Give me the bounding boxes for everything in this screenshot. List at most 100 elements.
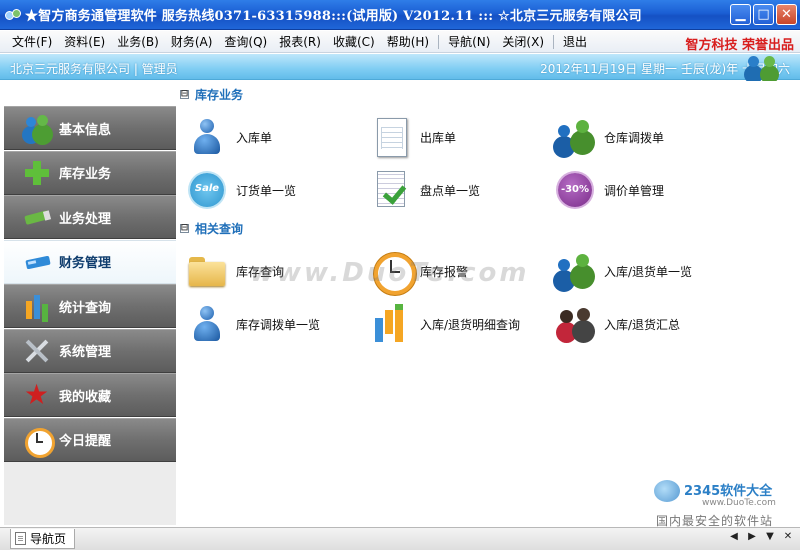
menu-file[interactable]: 文件(F) [6,33,58,50]
app-icon [5,7,21,23]
sale-icon [188,170,226,210]
menu-bar: 文件(F) 资料(E) 业务(B) 财务(A) 查询(Q) 报表(R) 收藏(C… [0,31,800,53]
sidebar-item-system[interactable]: 系统管理 [4,328,176,373]
tile-label: 盘点单一览 [420,183,481,198]
sidebar-item-label: 基本信息 [59,122,112,138]
tile-return-summary[interactable]: 入库/退货汇总 [556,300,736,348]
tab-bar: 导航页 ◀ ▶ ▼ ✕ [0,527,800,550]
users-icon [556,251,594,291]
tile-label: 仓库调拨单 [604,130,665,145]
sidebar-item-label: 系统管理 [59,345,112,360]
menu-separator [553,34,555,49]
tile-stock-out[interactable]: 出库单 [372,113,552,161]
maximize-icon: □ [757,7,770,22]
bar-chart-icon [372,304,410,344]
tab-close-button[interactable]: ✕ [782,531,794,542]
tile-label: 入库单 [236,130,273,145]
tile-transfer-list[interactable]: 库存调拨单一览 [188,300,368,348]
plus-icon [24,160,50,186]
close-button[interactable]: ✕ [776,4,797,25]
info-bar: 北京三元服务有限公司 | 管理员 2012年11月19日 星期一 壬辰(龙)年 … [0,54,800,80]
chart-icon [24,293,50,319]
minimize-button[interactable]: ▁ [730,4,751,25]
menu-report[interactable]: 报表(R) [273,33,327,50]
collapse-icon[interactable]: ⊟ [180,89,189,99]
people-icon [556,304,594,344]
sidebar-item-business[interactable]: 业务处理 [4,195,176,239]
tab-navigation[interactable]: 导航页 [10,529,76,549]
menu-exit[interactable]: 退出 [557,33,593,50]
maximize-button[interactable]: □ [753,4,774,25]
sidebar-item-label: 库存业务 [59,167,112,182]
sidebar-item-label: 业务处理 [59,211,112,227]
tile-label: 入库/退货单一览 [604,264,693,279]
tab-prev-button[interactable]: ◀ [728,531,740,542]
close-icon: ✕ [781,7,792,22]
sidebar-item-inventory[interactable]: 库存业务 [4,150,176,195]
tile-order-list[interactable]: 订货单一览 [188,166,368,214]
menu-finance[interactable]: 财务(A) [165,33,219,50]
tab-label: 导航页 [30,532,67,546]
card-icon [24,249,50,275]
tile-price-adjust[interactable]: 调价单管理 [556,166,736,214]
section-title-queries[interactable]: ⊟ 相关查询 [180,219,243,237]
menu-separator [438,34,440,49]
menu-navigate[interactable]: 导航(N) [442,33,496,50]
menu-help[interactable]: 帮助(H) [381,33,435,50]
star-icon [24,378,50,412]
users-icon [556,117,594,157]
menu-close[interactable]: 关闭(X) [496,33,550,50]
menu-business[interactable]: 业务(B) [111,33,165,50]
tile-inventory-count[interactable]: 盘点单一览 [372,166,552,214]
tile-stock-in[interactable]: 入库单 [188,113,368,161]
section-title-text: 库存业务 [195,87,244,102]
users-avatar-icon [742,56,782,80]
window-controls: ▁ □ ✕ [730,4,797,25]
main-panel: ⊟ 库存业务 入库单 出库单 仓库调拨单 订货单一览 盘点单一览 调价单管理 ⊟… [176,81,800,527]
title-bar: ★智方商务通管理软件 服务热线0371-63315988:::(试用版) V20… [0,0,800,30]
person-icon [188,117,226,157]
tile-label: 出库单 [420,130,457,145]
tools-icon [24,338,50,364]
tile-return-list[interactable]: 入库/退货单一览 [556,247,736,295]
sidebar-item-statistics[interactable]: 统计查询 [4,284,176,328]
duote-logo-icon [654,480,680,502]
sidebar-item-label: 财务管理 [59,256,112,271]
company-user-label: 北京三元服务有限公司 | 管理员 [10,62,178,76]
watermark-url: www.DuoTe.com [702,498,776,508]
collapse-icon[interactable]: ⊟ [180,223,189,233]
sidebar-empty-area [4,462,176,525]
window-title: ★智方商务通管理软件 服务热线0371-63315988:::(试用版) V20… [25,9,642,24]
person-icon [188,304,226,344]
section-title-text: 相关查询 [195,221,244,236]
menu-favorites[interactable]: 收藏(C) [327,33,381,50]
sidebar-item-label: 统计查询 [59,300,112,316]
menu-query[interactable]: 查询(Q) [218,33,273,50]
sidebar-item-reminders[interactable]: 今日提醒 [4,417,176,462]
clock-icon [24,427,55,458]
minimize-icon: ▁ [735,7,746,22]
tile-label: 调价单管理 [604,183,665,198]
watermark-logo: 2345软件大全 www.DuoTe.com 国内最安全的软件站 [646,480,796,528]
sidebar-item-favorites[interactable]: 我的收藏 [4,373,176,417]
page-icon [15,532,26,545]
tile-warehouse-transfer[interactable]: 仓库调拨单 [556,113,736,161]
sidebar-item-label: 我的收藏 [59,389,112,405]
menu-data[interactable]: 资料(E) [58,33,111,50]
tile-return-detail[interactable]: 入库/退货明细查询 [372,300,552,348]
watermark-text: www.DuoTe.com [250,258,530,288]
tile-label: 订货单一览 [236,183,297,198]
pen-icon [24,204,50,230]
tile-label: 库存调拨单一览 [236,317,321,332]
tab-next-button[interactable]: ▶ [746,531,758,542]
sidebar-item-finance[interactable]: 财务管理 [4,239,176,284]
tab-list-button[interactable]: ▼ [764,531,776,542]
document-icon [372,117,410,157]
sidebar-item-basic-info[interactable]: 基本信息 [4,106,176,150]
checklist-icon [372,170,410,210]
section-title-inventory[interactable]: ⊟ 库存业务 [180,85,243,103]
discount-icon [556,170,594,210]
folder-icon [188,251,226,291]
tab-controls: ◀ ▶ ▼ ✕ [728,531,794,542]
tile-label: 入库/退货汇总 [604,317,681,332]
